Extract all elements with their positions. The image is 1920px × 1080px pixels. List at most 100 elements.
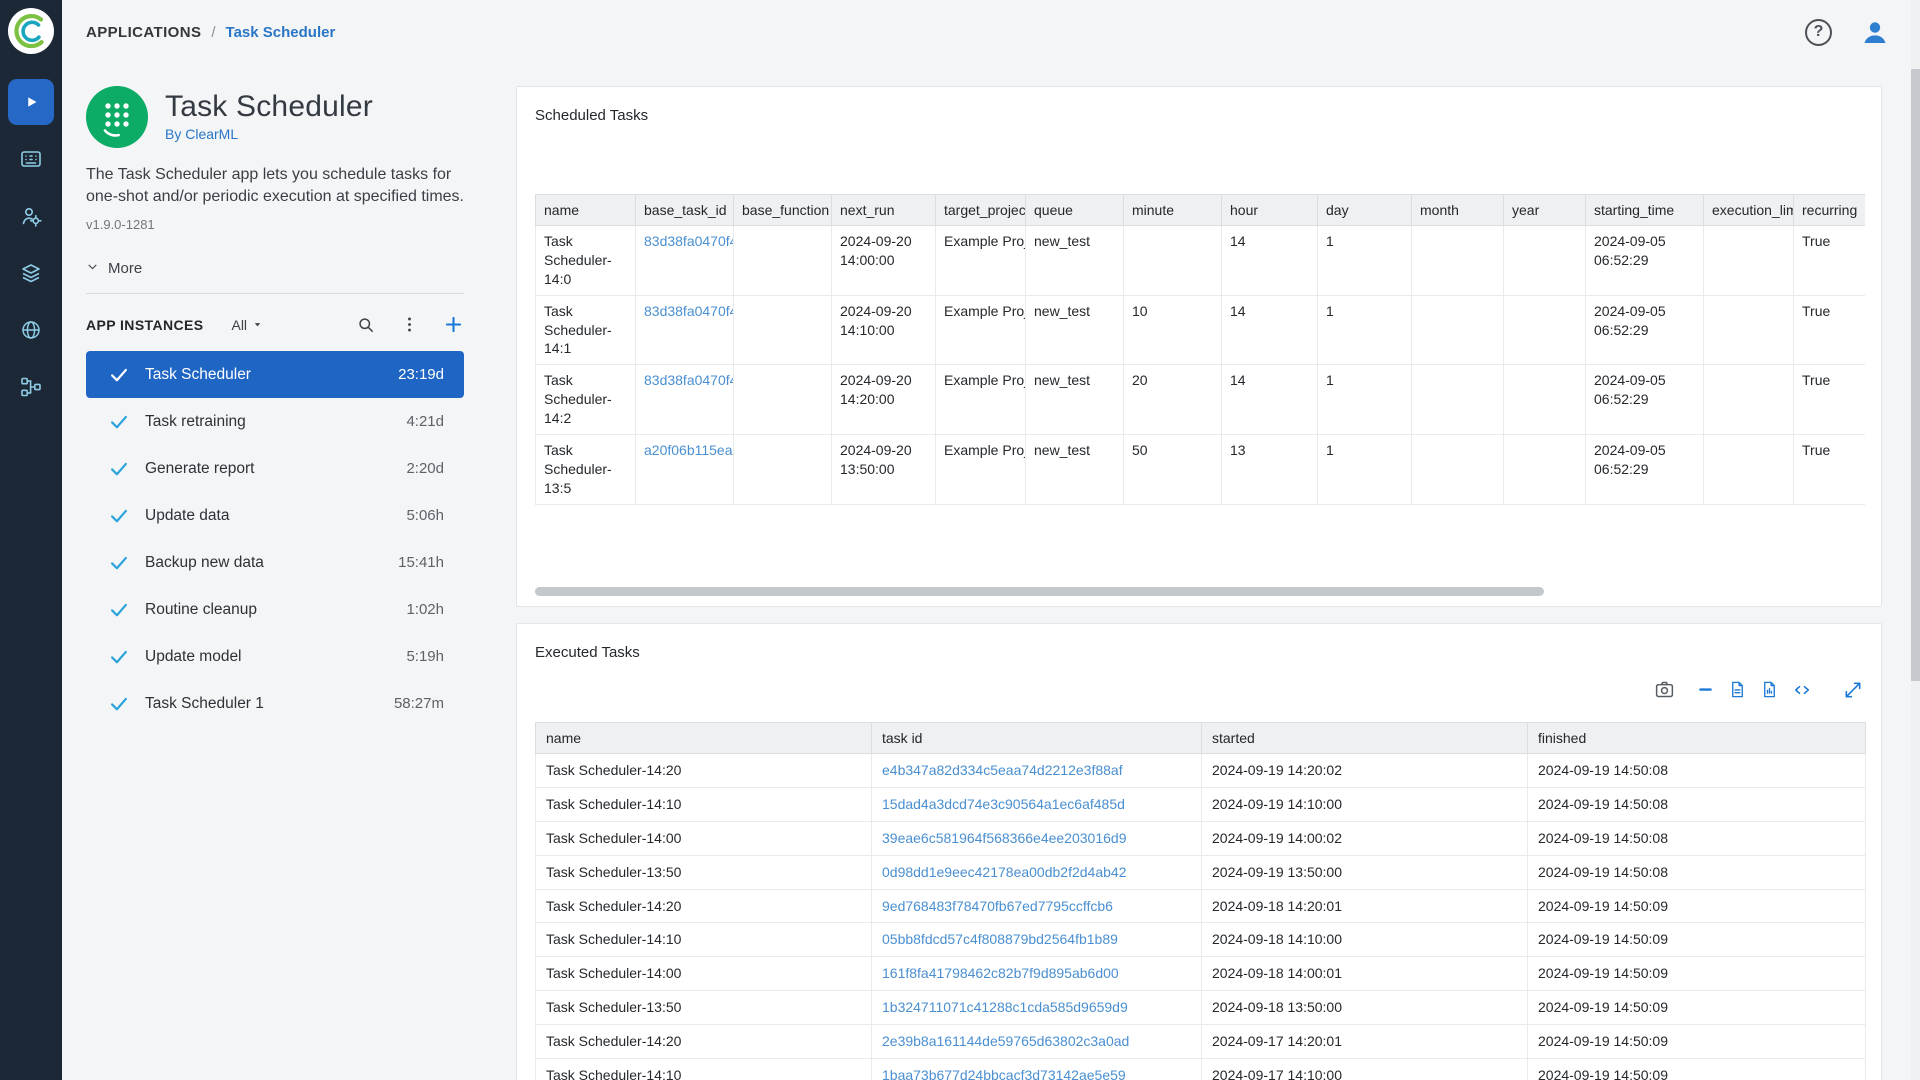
task-id-link[interactable]: 1baa73b677d24bbcacf3d73142ae5e59	[872, 1059, 1202, 1080]
instances-filter-value: All	[231, 317, 247, 333]
instance-elapsed-time: 5:19h	[406, 648, 444, 665]
sched-cell: new_test	[1026, 226, 1124, 296]
sched-cell: True	[1794, 295, 1866, 365]
add-instance-button[interactable]	[443, 314, 464, 335]
sched-cell: 14	[1222, 295, 1318, 365]
breadcrumb-applications[interactable]: APPLICATIONS	[86, 24, 201, 41]
sched-cell	[1704, 365, 1794, 435]
app-info-panel: Task Scheduler By ClearML The Task Sched…	[86, 86, 464, 1080]
exec-cell: 2024-09-19 14:50:09	[1528, 1025, 1866, 1059]
app-instance-item[interactable]: Routine cleanup 1:02h	[86, 586, 464, 633]
embed-code-icon[interactable]	[1792, 680, 1812, 700]
base-task-id-link[interactable]: 83d38fa0470f4	[636, 295, 734, 365]
task-name-cell: TaskScheduler-13:5	[536, 435, 636, 505]
executed-tasks-table: nametask idstartedfinishedTask Scheduler…	[535, 722, 1866, 1080]
exec-cell: 2024-09-19 14:00:02	[1202, 821, 1528, 855]
sched-cell: 20	[1124, 365, 1222, 435]
page-scrollbar-thumb[interactable]	[1911, 69, 1920, 681]
horizontal-scrollbar-thumb[interactable]	[535, 587, 1544, 596]
sched-cell: 1	[1318, 435, 1412, 505]
task-id-link[interactable]: 0d98dd1e9eec42178ea00db2f2d4ab42	[872, 855, 1202, 889]
sched-cell	[1412, 295, 1504, 365]
target-project-cell: Example Proje	[936, 295, 1026, 365]
by-clearml-link[interactable]: By ClearML	[165, 126, 373, 142]
minus-icon[interactable]	[1696, 680, 1715, 699]
exec-cell: Task Scheduler-14:10	[536, 1059, 872, 1080]
sched-cell	[1504, 365, 1586, 435]
task-id-link[interactable]: 9ed768483f78470fb67ed7795ccffcb6	[872, 889, 1202, 923]
instances-filter-dropdown[interactable]: All	[231, 317, 263, 333]
exec-cell: Task Scheduler-14:00	[536, 821, 872, 855]
sched-column-header: base_function	[734, 195, 832, 226]
exec-cell: Task Scheduler-13:50	[536, 855, 872, 889]
exec-cell: Task Scheduler-14:20	[536, 754, 872, 788]
task-id-link[interactable]: 161f8fa41798462c82b7f9d895ab6d00	[872, 957, 1202, 991]
rail-workers-icon[interactable]	[8, 193, 54, 239]
task-id-link[interactable]: 39eae6c581964f568366e4ee203016d9	[872, 821, 1202, 855]
sched-cell: 2024-09-20 14:00:00	[832, 226, 936, 296]
rail-pipelines-icon[interactable]	[8, 364, 54, 410]
download-xls-icon[interactable]	[1760, 680, 1779, 699]
sched-cell	[1704, 226, 1794, 296]
maximize-icon[interactable]	[1843, 680, 1863, 700]
check-icon	[108, 599, 130, 621]
app-instance-item[interactable]: Task Scheduler23:19d	[86, 351, 464, 398]
app-instance-item[interactable]: Task Scheduler 158:27m	[86, 680, 464, 727]
base-task-id-link[interactable]: 83d38fa0470f4	[636, 365, 734, 435]
horizontal-scrollbar	[535, 587, 1863, 596]
instance-elapsed-time: 5:06h	[406, 507, 444, 524]
instance-elapsed-time: 1:02h	[406, 601, 444, 618]
scheduled-tasks-table-wrap: namebase_task_idbase_functionnext_runtar…	[535, 194, 1865, 505]
check-icon	[108, 646, 130, 668]
instance-name: Routine cleanup	[145, 601, 257, 619]
kebab-menu-icon[interactable]	[400, 315, 419, 334]
executed-task-row: Task Scheduler-13:501b324711071c41288c1c…	[536, 991, 1866, 1025]
base-task-id-link[interactable]: a20f06b115ea4	[636, 435, 734, 505]
rail-applications-icon[interactable]	[8, 79, 54, 125]
rail-hyperdatasets-icon[interactable]	[8, 307, 54, 353]
sched-cell: True	[1794, 435, 1866, 505]
exec-cell: Task Scheduler-14:00	[536, 957, 872, 991]
clearml-logo-icon[interactable]	[7, 7, 55, 55]
search-icon[interactable]	[356, 315, 376, 335]
help-icon[interactable]: ?	[1805, 19, 1832, 46]
more-toggle[interactable]: More	[86, 260, 464, 277]
instance-name: Backup new data	[145, 554, 264, 572]
download-csv-icon[interactable]	[1728, 680, 1747, 699]
task-name-cell: TaskScheduler-14:2	[536, 365, 636, 435]
instance-name: Task Scheduler	[145, 366, 251, 384]
page-scrollbar	[1911, 0, 1920, 1080]
app-instance-item[interactable]: Generate report2:20d	[86, 445, 464, 492]
task-id-link[interactable]: 05bb8fdcd57c4f808879bd2564fb1b89	[872, 923, 1202, 957]
check-icon	[108, 552, 130, 574]
sched-cell: 2024-09-20 13:50:00	[832, 435, 936, 505]
check-icon	[108, 505, 130, 527]
executed-task-row: Task Scheduler-13:500d98dd1e9eec42178ea0…	[536, 855, 1866, 889]
instance-elapsed-time: 58:27m	[394, 695, 444, 712]
sched-cell	[1504, 435, 1586, 505]
task-id-link[interactable]: e4b347a82d334c5eaa74d2212e3f88af	[872, 754, 1202, 788]
app-instance-item[interactable]: Update model5:19h	[86, 633, 464, 680]
rail-projects-grid-icon[interactable]	[8, 136, 54, 182]
task-id-link[interactable]: 15dad4a3dcd74e3c90564a1ec6af485d	[872, 787, 1202, 821]
sched-column-header: minute	[1124, 195, 1222, 226]
exec-cell: 2024-09-17 14:20:01	[1202, 1025, 1528, 1059]
app-instance-item[interactable]: Update data5:06h	[86, 492, 464, 539]
app-instance-item[interactable]: Task retraining4:21d	[86, 398, 464, 445]
app-description: The Task Scheduler app lets you schedule…	[86, 164, 464, 207]
exec-cell: 2024-09-18 14:00:01	[1202, 957, 1528, 991]
base-task-id-link[interactable]: 83d38fa0470f4	[636, 226, 734, 296]
task-id-link[interactable]: 2e39b8a161144de59765d63802c3a0ad	[872, 1025, 1202, 1059]
user-avatar-icon[interactable]	[1860, 17, 1890, 47]
executed-tasks-card: Executed Tasks nametask idstartedfinishe…	[516, 623, 1882, 1080]
app-instance-item[interactable]: Backup new data15:41h	[86, 539, 464, 586]
task-id-link[interactable]: 1b324711071c41288c1cda585d9659d9	[872, 991, 1202, 1025]
exec-cell: 2024-09-19 14:50:09	[1528, 991, 1866, 1025]
rail-datasets-icon[interactable]	[8, 250, 54, 296]
scheduled-task-row: TaskScheduler-13:5a20f06b115ea4 2024-09-2…	[536, 435, 1866, 505]
sched-column-header: hour	[1222, 195, 1318, 226]
sched-column-header: queue	[1026, 195, 1124, 226]
sched-cell	[734, 295, 832, 365]
camera-icon[interactable]	[1654, 679, 1675, 700]
executed-task-row: Task Scheduler-14:00161f8fa41798462c82b7…	[536, 957, 1866, 991]
